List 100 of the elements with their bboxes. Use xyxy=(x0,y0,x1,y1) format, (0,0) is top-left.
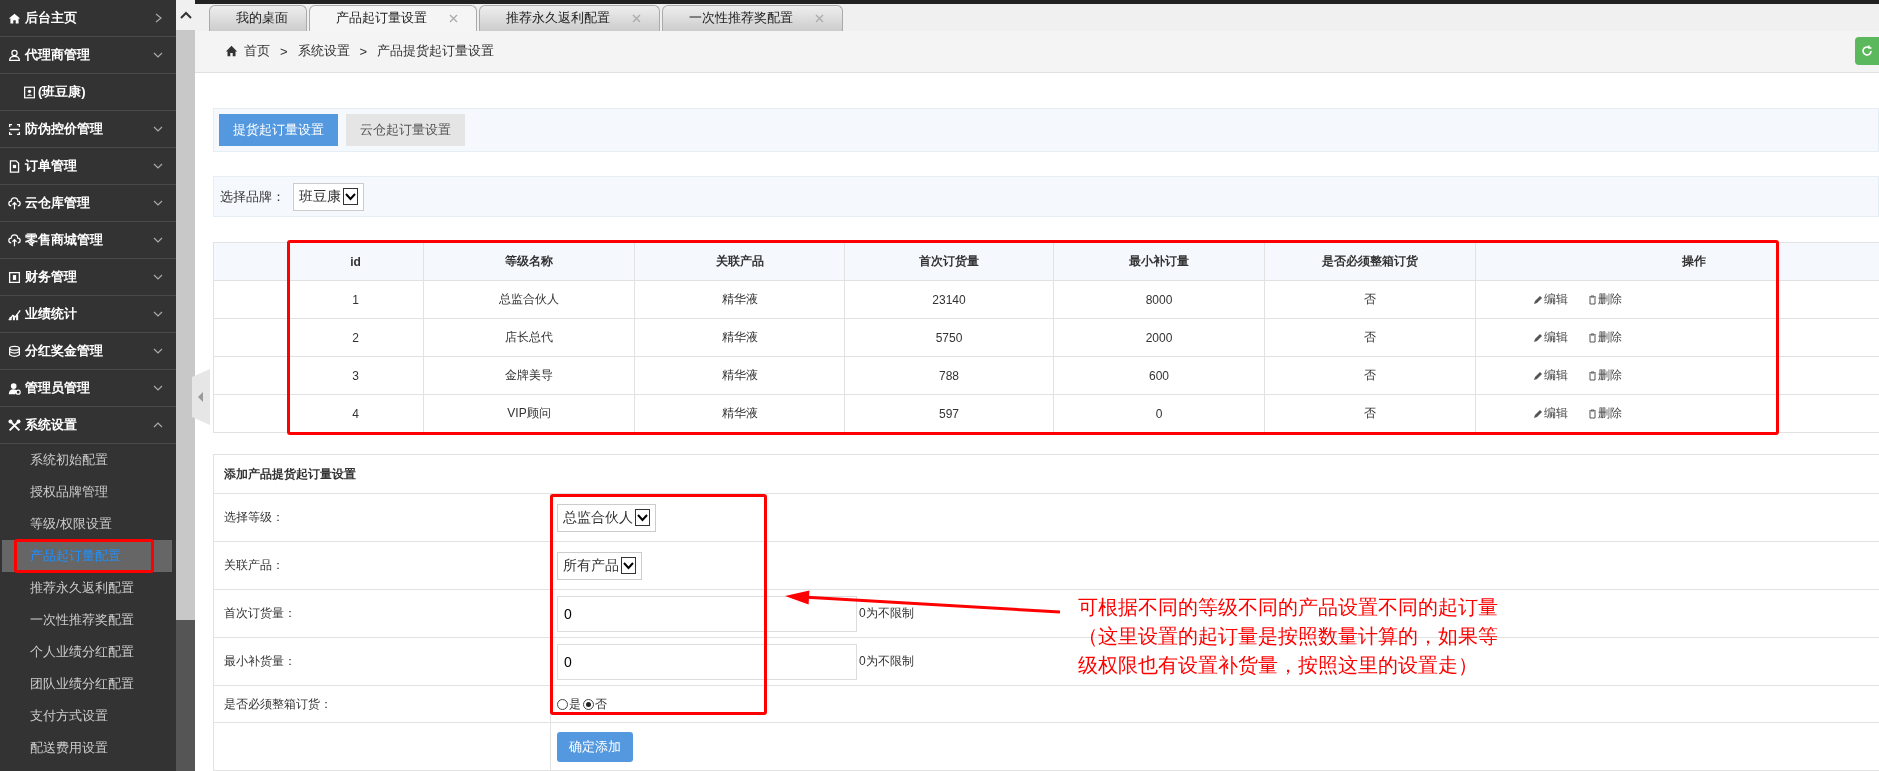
input-field[interactable]: 0 xyxy=(557,643,857,680)
trash-icon xyxy=(1588,294,1597,305)
column-header: 操作 xyxy=(1475,242,1879,281)
dropdown[interactable]: 所有产品 xyxy=(557,551,642,580)
page-tab[interactable]: 我的桌面 xyxy=(209,4,307,31)
edit-link[interactable]: 编辑 xyxy=(1533,367,1568,384)
refresh-icon xyxy=(1861,44,1873,57)
calculator-icon xyxy=(8,270,21,284)
table-cell: 788 xyxy=(844,356,1054,395)
breadcrumb-link[interactable]: 系统设置 xyxy=(297,42,350,61)
caret-icon xyxy=(637,513,648,522)
table-cell: 店长总代 xyxy=(423,318,635,357)
sidebar-subitem[interactable]: 系统初始配置 xyxy=(2,444,172,476)
table-cell: 精华液 xyxy=(634,318,845,357)
sidebar-subitem[interactable]: 支付方式设置 xyxy=(2,700,172,732)
field-label: 首次订货量： xyxy=(214,590,551,637)
column-header: 首次订货量 xyxy=(844,242,1054,281)
sidebar-subitem[interactable]: 个人业绩分红配置 xyxy=(2,636,172,668)
edit-link[interactable]: 编辑 xyxy=(1533,291,1568,308)
home-icon xyxy=(8,11,21,25)
refresh-button[interactable] xyxy=(1855,36,1879,65)
table-cell: 8000 xyxy=(1053,280,1265,319)
table-cell: 2 xyxy=(287,318,424,357)
table-cell: 3 xyxy=(287,356,424,395)
pencil-icon xyxy=(1533,408,1543,419)
form-title: 添加产品提货起订量设置 xyxy=(214,455,1879,494)
page-tab[interactable]: 一次性推荐奖配置 xyxy=(662,4,843,31)
dropdown[interactable]: 班豆康 xyxy=(293,182,364,211)
breadcrumb-separator: > xyxy=(280,43,288,59)
table-cell: 总监合伙人 xyxy=(423,280,635,319)
table-cell: 1 xyxy=(287,280,424,319)
sidebar-subitem[interactable]: 推荐永久返利配置 xyxy=(2,572,172,604)
field-label: 是否必须整箱订货： xyxy=(214,686,551,722)
table-cell: 否 xyxy=(1264,280,1476,319)
field-label: 选择品牌： xyxy=(220,187,285,206)
table-cell: 精华液 xyxy=(634,356,845,395)
scan-icon xyxy=(8,122,21,136)
sidebar-subitem[interactable]: 授权品牌管理 xyxy=(2,476,172,508)
chart-icon xyxy=(8,307,21,321)
user-icon xyxy=(8,48,21,62)
trash-icon xyxy=(1588,370,1597,381)
edit-link[interactable]: 编辑 xyxy=(1533,329,1568,346)
table-cell: 精华液 xyxy=(634,280,845,319)
pencil-icon xyxy=(1533,370,1543,381)
close-icon[interactable] xyxy=(449,13,458,23)
delete-link[interactable]: 删除 xyxy=(1588,367,1622,384)
scroll-up-icon[interactable] xyxy=(179,11,192,19)
trash-icon xyxy=(1588,332,1597,343)
breadcrumb-separator: > xyxy=(359,43,368,59)
annotation-text: 可根据不同的等级不同的产品设置不同的起订量（这里设置的起订量是按照数量计算的，如果等级权限也有设置补货量，按照这里的设置走） xyxy=(1078,595,1499,678)
sidebar-subitem[interactable]: 等级/权限设置 xyxy=(2,508,172,540)
delete-link[interactable]: 删除 xyxy=(1588,405,1622,422)
sidebar-subitem[interactable]: 团队业绩分红配置 xyxy=(2,668,172,700)
document-icon xyxy=(8,159,21,173)
field-label: 关联产品： xyxy=(214,542,551,589)
radio-option[interactable]: 否 xyxy=(583,695,607,713)
table-cell: 23140 xyxy=(844,280,1054,319)
admin-icon xyxy=(8,381,21,395)
pencil-icon xyxy=(1533,294,1543,305)
close-icon[interactable] xyxy=(632,13,641,23)
scrollbar-thumb[interactable] xyxy=(176,30,195,620)
field-label: 最小补货量： xyxy=(214,638,551,685)
table-cell: 600 xyxy=(1053,356,1265,395)
table-cell: 否 xyxy=(1264,356,1476,395)
coin-stack-icon xyxy=(8,344,21,358)
home-icon xyxy=(225,45,238,58)
column-header: 是否必须整箱订货 xyxy=(1264,242,1476,281)
column-header: 等级名称 xyxy=(423,242,635,281)
close-icon[interactable] xyxy=(815,13,824,23)
sub-tab[interactable]: 云仓起订量设置 xyxy=(346,114,465,146)
input-field[interactable]: 0 xyxy=(557,595,857,632)
pencil-icon xyxy=(1533,332,1543,343)
cloud-upload-icon xyxy=(8,233,21,247)
delete-link[interactable]: 删除 xyxy=(1588,291,1622,308)
radio-option[interactable]: 是 xyxy=(557,695,581,713)
page-tab[interactable]: 推荐永久返利配置 xyxy=(479,4,660,31)
hint-text: 0为不限制 xyxy=(859,653,914,670)
column-header: 最小补订量 xyxy=(1053,242,1265,281)
dropdown[interactable]: 总监合伙人 xyxy=(557,503,656,532)
sidebar-subitem[interactable]: 配送费用设置 xyxy=(2,732,172,764)
cloud-upload-icon xyxy=(8,196,21,210)
column-header: id xyxy=(287,242,424,281)
field-label: 选择等级： xyxy=(214,494,551,541)
table-cell: 否 xyxy=(1264,318,1476,357)
table-cell: 5750 xyxy=(844,318,1054,357)
trash-icon xyxy=(1588,408,1597,419)
delete-link[interactable]: 删除 xyxy=(1588,329,1622,346)
page-tab[interactable]: 产品起订量设置 xyxy=(309,4,477,31)
caret-icon xyxy=(623,561,634,570)
collapse-handle[interactable] xyxy=(192,369,210,425)
breadcrumb-link[interactable]: 首页 xyxy=(244,42,270,61)
tools-icon xyxy=(8,418,21,432)
edit-link[interactable]: 编辑 xyxy=(1533,405,1568,422)
table-cell: 2000 xyxy=(1053,318,1265,357)
table-cell: 金牌美导 xyxy=(423,356,635,395)
hint-text: 0为不限制 xyxy=(859,605,914,622)
sidebar-subitem[interactable]: 一次性推荐奖配置 xyxy=(2,604,172,636)
caret-icon xyxy=(345,192,356,201)
id-card-icon xyxy=(23,85,36,99)
breadcrumb-current: 产品提货起订量设置 xyxy=(377,42,495,61)
